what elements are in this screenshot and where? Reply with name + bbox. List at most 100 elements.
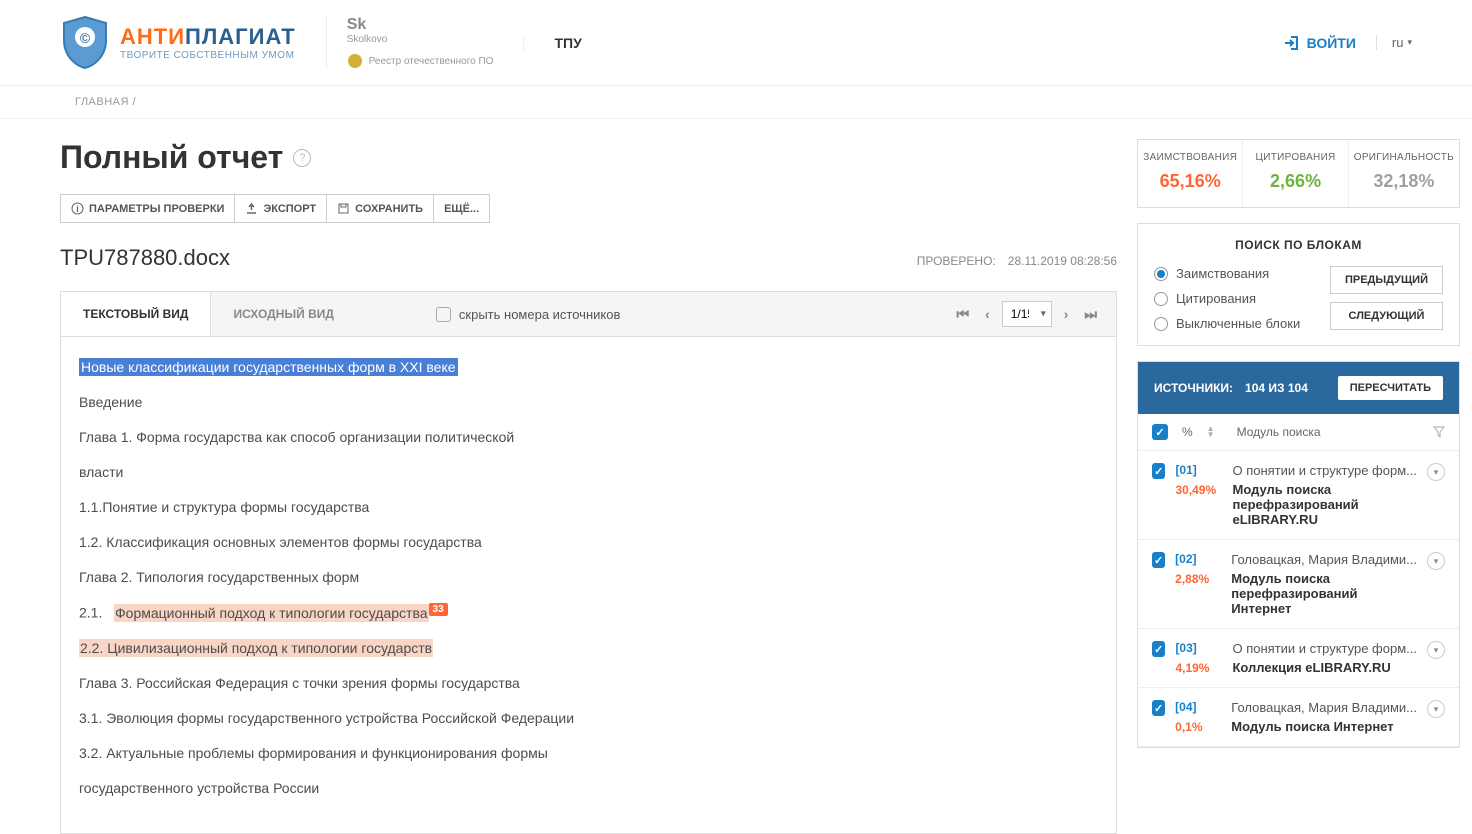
radio-excluded[interactable]: Выключенные блоки bbox=[1154, 316, 1300, 331]
source-checkbox[interactable] bbox=[1152, 463, 1165, 479]
expand-icon[interactable]: ▾ bbox=[1427, 700, 1445, 718]
text-line: 2.2. Цивилизационный подход к типологии … bbox=[79, 638, 1101, 659]
tab-text-view[interactable]: ТЕКСТОВЫЙ ВИД bbox=[61, 292, 211, 336]
more-button[interactable]: ЕЩЁ... bbox=[434, 195, 489, 222]
export-icon bbox=[245, 202, 258, 215]
breadcrumb[interactable]: ГЛАВНАЯ / bbox=[0, 86, 1472, 119]
source-checkbox[interactable] bbox=[1152, 641, 1165, 657]
stat-originality-label: ОРИГИНАЛЬНОСТЬ bbox=[1354, 152, 1454, 163]
text-line: власти bbox=[79, 462, 1101, 483]
first-page-button[interactable]: ⏮ bbox=[952, 302, 973, 327]
source-percent: 2,88% bbox=[1175, 572, 1209, 586]
text-line: Глава 2. Типология государственных форм bbox=[79, 567, 1101, 588]
save-button[interactable]: СОХРАНИТЬ bbox=[327, 195, 434, 222]
report-content: Новые классификации государственных форм… bbox=[61, 337, 1116, 833]
source-number: [03] bbox=[1175, 641, 1196, 655]
page-title: Полный отчет bbox=[60, 139, 283, 176]
checkbox-icon[interactable] bbox=[436, 307, 451, 322]
params-button[interactable]: iПАРАМЕТРЫ ПРОВЕРКИ bbox=[61, 195, 235, 222]
source-item[interactable]: [03] 4,19% О понятии и структуре форм...… bbox=[1138, 629, 1459, 688]
source-checkbox[interactable] bbox=[1152, 552, 1165, 568]
source-module: Модуль поиска перефразирований Интернет bbox=[1231, 571, 1417, 616]
checked-date: 28.11.2019 08:28:56 bbox=[1008, 254, 1117, 268]
col-percent[interactable]: % bbox=[1182, 425, 1193, 439]
expand-icon[interactable]: ▾ bbox=[1427, 463, 1445, 481]
source-number: [01] bbox=[1175, 463, 1196, 477]
filter-icon[interactable] bbox=[1433, 426, 1445, 438]
source-title: О понятии и структуре форм... bbox=[1232, 463, 1417, 478]
block-search-title: ПОИСК ПО БЛОКАМ bbox=[1154, 238, 1443, 252]
sources-header-label: ИСТОЧНИКИ: bbox=[1154, 381, 1233, 395]
text-line: 3.1. Эволюция формы государственного уст… bbox=[79, 708, 1101, 729]
source-number: [04] bbox=[1175, 700, 1196, 714]
text-line: 3.2. Актуальные проблемы формирования и … bbox=[79, 743, 1101, 764]
stat-borrowings-value: 65,16% bbox=[1143, 171, 1237, 192]
stat-citations-value: 2,66% bbox=[1248, 171, 1342, 192]
pagination: ⏮ ‹ ▾ › ⏭ bbox=[952, 301, 1101, 327]
tab-source-view[interactable]: ИСХОДНЫЙ ВИД bbox=[211, 292, 355, 336]
source-number: [02] bbox=[1175, 552, 1196, 566]
login-button[interactable]: ВОЙТИ bbox=[1283, 35, 1356, 51]
text-line: 2.1. Формационный подход к типологии гос… bbox=[79, 602, 1101, 624]
svg-text:©: © bbox=[80, 30, 91, 46]
sources-panel: ИСТОЧНИКИ: 104 ИЗ 104 ПЕРЕСЧИТАТЬ % ▲▼ М… bbox=[1137, 361, 1460, 748]
col-module[interactable]: Модуль поиска bbox=[1237, 425, 1321, 439]
radio-icon bbox=[1154, 292, 1168, 306]
stat-originality-value: 32,18% bbox=[1354, 171, 1454, 192]
radio-citations[interactable]: Цитирования bbox=[1154, 291, 1300, 306]
text-line: государственного устройства России bbox=[79, 778, 1101, 799]
block-search-box: ПОИСК ПО БЛОКАМ Заимствования Цитировани… bbox=[1137, 223, 1460, 346]
prev-page-button[interactable]: ‹ bbox=[981, 302, 994, 326]
text-line: Глава 1. Форма государства как способ ор… bbox=[79, 427, 1101, 448]
text-line: Новые классификации государственных форм… bbox=[79, 358, 458, 376]
save-icon bbox=[337, 202, 350, 215]
radio-borrowings[interactable]: Заимствования bbox=[1154, 266, 1300, 281]
radio-icon bbox=[1154, 267, 1168, 281]
source-item[interactable]: [04] 0,1% Головацкая, Мария Владими... М… bbox=[1138, 688, 1459, 747]
logo[interactable]: © АНТИПЛАГИАТ ТВОРИТЕ СОБСТВЕННЫМ УМОМ bbox=[60, 15, 296, 70]
sort-icon[interactable]: ▲▼ bbox=[1207, 426, 1215, 438]
org-name: ТПУ bbox=[523, 35, 581, 51]
logo-text: АНТИПЛАГИАТ bbox=[120, 24, 296, 50]
language-selector[interactable]: ru▾ bbox=[1376, 35, 1412, 50]
source-item[interactable]: [01] 30,49% О понятии и структуре форм..… bbox=[1138, 451, 1459, 540]
expand-icon[interactable]: ▾ bbox=[1427, 552, 1445, 570]
source-badge[interactable]: 33 bbox=[429, 603, 448, 616]
source-percent: 30,49% bbox=[1175, 483, 1216, 497]
help-icon[interactable]: ? bbox=[293, 149, 311, 167]
next-page-button[interactable]: › bbox=[1060, 302, 1073, 326]
source-module: Модуль поиска Интернет bbox=[1231, 719, 1417, 734]
checked-label: ПРОВЕРЕНО: bbox=[917, 254, 996, 268]
svg-text:i: i bbox=[76, 204, 79, 214]
filename: TPU787880.docx bbox=[60, 245, 230, 271]
source-module: Модуль поиска перефразирований eLIBRARY.… bbox=[1232, 482, 1417, 527]
stat-borrowings-label: ЗАИМСТВОВАНИЯ bbox=[1143, 152, 1237, 163]
select-all-checkbox[interactable] bbox=[1152, 424, 1168, 440]
partner-logos: SkSkolkovo Реестр отечественного ПО bbox=[326, 16, 524, 69]
radio-icon bbox=[1154, 317, 1168, 331]
last-page-button[interactable]: ⏭ bbox=[1080, 302, 1101, 327]
shield-icon: © bbox=[60, 15, 110, 70]
toolbar: iПАРАМЕТРЫ ПРОВЕРКИ ЭКСПОРТ СОХРАНИТЬ ЕЩ… bbox=[60, 194, 490, 223]
chevron-down-icon[interactable]: ▾ bbox=[1041, 309, 1046, 320]
recalculate-button[interactable]: ПЕРЕСЧИТАТЬ bbox=[1338, 376, 1443, 400]
next-block-button[interactable]: СЛЕДУЮЩИЙ bbox=[1330, 302, 1443, 330]
source-title: Головацкая, Мария Владими... bbox=[1231, 700, 1417, 715]
text-line: 1.1.Понятие и структура формы государств… bbox=[79, 497, 1101, 518]
source-item[interactable]: [02] 2,88% Головацкая, Мария Владими... … bbox=[1138, 540, 1459, 629]
emblem-icon bbox=[347, 53, 363, 69]
prev-block-button[interactable]: ПРЕДЫДУЩИЙ bbox=[1330, 266, 1443, 294]
expand-icon[interactable]: ▾ bbox=[1427, 641, 1445, 659]
export-button[interactable]: ЭКСПОРТ bbox=[235, 195, 327, 222]
sources-count: 104 ИЗ 104 bbox=[1245, 381, 1308, 395]
source-percent: 4,19% bbox=[1175, 661, 1209, 675]
hide-sources-toggle[interactable]: скрыть номера источников bbox=[436, 307, 620, 322]
source-checkbox[interactable] bbox=[1152, 700, 1165, 716]
stats-box: ЗАИМСТВОВАНИЯ 65,16% ЦИТИРОВАНИЯ 2,66% О… bbox=[1137, 139, 1460, 208]
source-module: Коллекция eLIBRARY.RU bbox=[1232, 660, 1417, 675]
stat-citations-label: ЦИТИРОВАНИЯ bbox=[1248, 152, 1342, 163]
text-line: Глава 3. Российская Федерация с точки зр… bbox=[79, 673, 1101, 694]
logo-tagline: ТВОРИТЕ СОБСТВЕННЫМ УМОМ bbox=[120, 50, 296, 61]
report-box: ТЕКСТОВЫЙ ВИД ИСХОДНЫЙ ВИД скрыть номера… bbox=[60, 291, 1117, 834]
info-icon: i bbox=[71, 202, 84, 215]
